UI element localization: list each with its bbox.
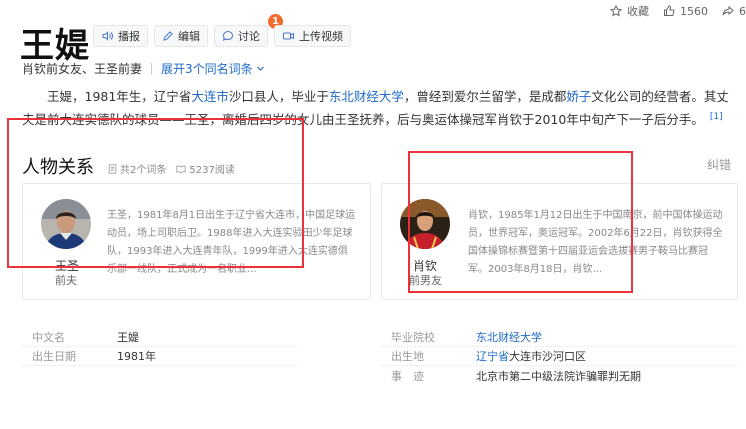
collect-button[interactable]: 收藏 xyxy=(610,3,649,19)
edit-label: 编辑 xyxy=(178,30,200,43)
info-key: 事 迹 xyxy=(391,369,424,383)
link-dufe[interactable]: 东北财经大学 xyxy=(329,89,404,104)
basic-info-right: 毕业院校 东北财经大学 出生地 辽宁省大连市沙河口区 事 迹 北京市第二中级法院… xyxy=(381,328,738,385)
lemma-desc: 肖钦前女友、王圣前妻 xyxy=(22,62,143,76)
upload-video-button[interactable]: 上传视频 xyxy=(274,25,351,47)
info-row: 出生地 辽宁省大连市沙河口区 xyxy=(381,347,738,366)
broadcast-label: 播报 xyxy=(118,30,140,43)
reference-marker[interactable]: [1] xyxy=(710,112,723,122)
info-row: 事 迹 北京市第二中级法院诈骗罪判无期 xyxy=(381,366,738,385)
pencil-icon xyxy=(163,31,173,41)
info-row: 中文名 王媞 xyxy=(22,328,300,347)
expand-label: 展开3个同名词条 xyxy=(161,62,253,76)
share-count: 6 xyxy=(739,4,746,18)
info-key: 出生地 xyxy=(391,350,424,363)
share-button[interactable]: 6 xyxy=(722,5,746,18)
divider xyxy=(151,62,153,75)
speaker-icon xyxy=(102,31,113,41)
thumbs-up-icon xyxy=(664,5,675,16)
chat-bubble-icon xyxy=(222,30,234,41)
discuss-button[interactable]: 讨论 1 xyxy=(214,14,283,47)
discuss-label: 讨论 xyxy=(238,30,260,43)
link-jiaozi[interactable]: 娇子 xyxy=(566,89,591,104)
broadcast-button[interactable]: 播报 xyxy=(93,25,148,47)
video-camera-icon xyxy=(283,32,294,40)
top-toolbar: 收藏 1560 6 xyxy=(610,3,746,19)
chevron-down-icon xyxy=(256,66,264,71)
summary-text-3: ，曾经到爱尔兰留学，是成都 xyxy=(403,89,567,104)
info-key: 毕业院校 xyxy=(391,331,435,344)
highlight-box xyxy=(7,118,304,268)
link-dalian[interactable]: 大连市 xyxy=(191,89,229,104)
share-icon xyxy=(722,5,734,16)
info-row: 出生日期 1981年 xyxy=(22,347,300,366)
info-value: 北京市第二中级法院诈骗罪判无期 xyxy=(476,369,641,383)
summary-text-1: 王媞，1981年生，辽宁省 xyxy=(47,89,192,104)
highlight-box xyxy=(408,151,633,293)
title-actions: 播报 编辑 讨论 1 上传视频 xyxy=(93,14,351,47)
info-value: 王媞 xyxy=(117,331,139,344)
info-value-link[interactable]: 东北财经大学 xyxy=(476,329,542,345)
upload-video-label: 上传视频 xyxy=(299,30,343,43)
birthplace-rest: 大连市沙河口区 xyxy=(509,350,586,363)
basic-info-left: 中文名 王媞 出生日期 1981年 xyxy=(22,328,300,366)
star-icon xyxy=(610,5,622,17)
info-value: 辽宁省大连市沙河口区 xyxy=(476,348,586,364)
like-button[interactable]: 1560 xyxy=(663,5,708,18)
edit-button[interactable]: 编辑 xyxy=(154,25,208,47)
person-relation: 前夫 xyxy=(55,274,77,287)
correct-error-link[interactable]: 纠错 xyxy=(707,156,731,173)
expand-homonyms-link[interactable]: 展开3个同名词条 xyxy=(161,60,265,77)
collect-label: 收藏 xyxy=(627,5,649,18)
summary-text-2: 沙口县人，毕业于 xyxy=(228,89,329,104)
birthplace-link[interactable]: 辽宁省 xyxy=(476,350,509,363)
info-key: 出生日期 xyxy=(32,350,76,363)
info-row: 毕业院校 东北财经大学 xyxy=(381,328,738,347)
lemma-subtitle: 肖钦前女友、王圣前妻 展开3个同名词条 xyxy=(22,60,265,77)
info-key: 中文名 xyxy=(32,331,65,344)
like-count: 1560 xyxy=(680,4,708,18)
info-value: 1981年 xyxy=(117,350,156,363)
